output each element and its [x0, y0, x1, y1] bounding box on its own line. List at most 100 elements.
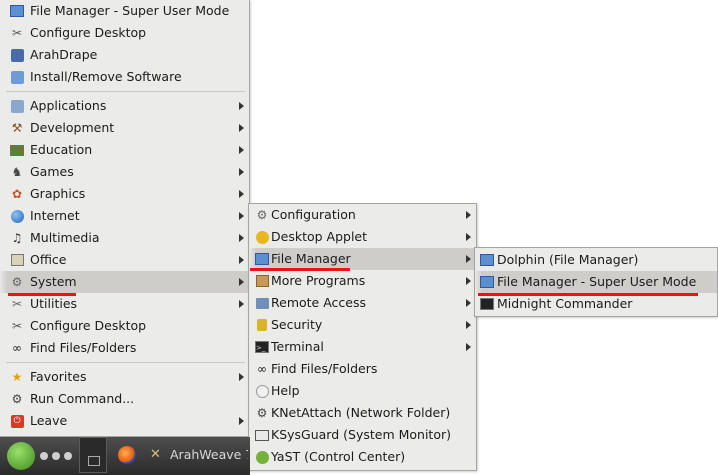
menu-item-file-manager-super-user-mode[interactable]: File Manager - Super User Mode [475, 271, 717, 293]
task-label[interactable]: ArahWeave 7 [170, 447, 248, 462]
box-icon [254, 273, 270, 289]
file-manager-icon [479, 274, 495, 290]
binoculars-icon: ∞ [12, 341, 22, 355]
annotation-underline-system [8, 293, 76, 296]
menu-item-office[interactable]: Office [0, 249, 249, 271]
submenu-arrow-icon [239, 102, 244, 110]
menu-item-applications[interactable]: Applications [0, 95, 249, 117]
tools-icon: ✂ [11, 26, 23, 40]
menu-item-leave[interactable]: ⏻ Leave [0, 410, 249, 432]
submenu-arrow-icon [239, 168, 244, 176]
menu-item-run-command[interactable]: ⚙ Run Command... [0, 388, 249, 410]
terminal-icon: >_ [254, 339, 270, 355]
monitor-icon [254, 427, 270, 443]
menu-item-graphics[interactable]: ✿ Graphics [0, 183, 249, 205]
taskbar: ✕ ArahWeave 7 [0, 437, 250, 475]
games-icon: ♞ [11, 165, 23, 179]
system-submenu: ⚙ Configuration Desktop Applet File Mana… [248, 203, 477, 471]
submenu-arrow-icon [239, 300, 244, 308]
menu-item-help[interactable]: Help [249, 380, 476, 402]
menu-item-games[interactable]: ♞ Games [0, 161, 249, 183]
file-manager-icon [9, 3, 25, 19]
submenu-arrow-icon [239, 373, 244, 381]
menu-item-more-programs[interactable]: More Programs [249, 270, 476, 292]
menu-item-yast[interactable]: YaST (Control Center) [249, 446, 476, 468]
menu-item-terminal[interactable]: >_ Terminal [249, 336, 476, 358]
submenu-arrow-icon [239, 278, 244, 286]
education-icon [9, 142, 25, 158]
network-folder-icon: ⚙ [256, 406, 268, 420]
submenu-arrow-icon [466, 299, 471, 307]
submenu-arrow-icon [466, 277, 471, 285]
menu-item-dolphin[interactable]: Dolphin (File Manager) [475, 249, 717, 271]
dolphin-icon [479, 252, 495, 268]
menu-item-find-files-folders[interactable]: ∞ Find Files/Folders [249, 358, 476, 380]
lock-icon [254, 317, 270, 333]
menu-item-configure-desktop-2[interactable]: ✂ Configure Desktop [0, 315, 249, 337]
menu-item-favorites[interactable]: ★ Favorites [0, 366, 249, 388]
menu-item-knetattach[interactable]: ⚙ KNetAttach (Network Folder) [249, 402, 476, 424]
drape-icon [9, 47, 25, 63]
arahweave-icon: ✕ [150, 447, 161, 462]
submenu-arrow-icon [239, 417, 244, 425]
menu-item-install-remove-software[interactable]: Install/Remove Software [0, 66, 249, 88]
submenu-arrow-icon [466, 233, 471, 241]
submenu-arrow-icon [239, 190, 244, 198]
annotation-underline-file-manager [250, 268, 350, 271]
menu-item-file-manager[interactable]: File Manager [249, 248, 476, 270]
binoculars-icon: ∞ [257, 362, 267, 376]
pager-icon[interactable] [79, 437, 107, 473]
firefox-icon[interactable] [118, 446, 136, 464]
menu-item-remote-access[interactable]: Remote Access [249, 292, 476, 314]
submenu-arrow-icon [239, 124, 244, 132]
yast-icon [254, 449, 270, 465]
annotation-underline-super-user [478, 293, 698, 296]
menu-item-utilities[interactable]: ✂ Utilities [0, 293, 249, 315]
run-icon: ⚙ [11, 392, 23, 406]
submenu-arrow-icon [466, 343, 471, 351]
multimedia-icon: ♫ [11, 231, 23, 245]
submenu-arrow-icon [239, 146, 244, 154]
menu-item-find-files[interactable]: ∞ Find Files/Folders [0, 337, 249, 359]
menu-item-education[interactable]: Education [0, 139, 249, 161]
menu-item-multimedia[interactable]: ♫ Multimedia [0, 227, 249, 249]
graphics-icon: ✿ [11, 187, 23, 201]
applet-icon [254, 229, 270, 245]
submenu-arrow-icon [466, 321, 471, 329]
start-menu-icon[interactable] [7, 442, 35, 470]
development-icon: ⚒ [11, 121, 23, 135]
menu-item-development[interactable]: ⚒ Development [0, 117, 249, 139]
menu-separator [6, 362, 245, 363]
system-icon: ⚙ [11, 275, 23, 289]
menu-item-arahdrape[interactable]: ArahDrape [0, 44, 249, 66]
main-menu: File Manager - Super User Mode ✂ Configu… [0, 0, 250, 437]
menu-item-system[interactable]: ⚙ System [0, 271, 249, 293]
menu-item-security[interactable]: Security [249, 314, 476, 336]
applications-icon [9, 98, 25, 114]
globe-icon [9, 208, 25, 224]
menu-item-ksysguard[interactable]: KSysGuard (System Monitor) [249, 424, 476, 446]
menu-item-configuration[interactable]: ⚙ Configuration [249, 204, 476, 226]
menu-separator [6, 91, 245, 92]
menu-item-desktop-applet[interactable]: Desktop Applet [249, 226, 476, 248]
tools-icon: ✂ [11, 319, 23, 333]
help-icon [254, 383, 270, 399]
file-manager-submenu: Dolphin (File Manager) File Manager - Su… [474, 247, 718, 317]
submenu-arrow-icon [239, 212, 244, 220]
dots-icon[interactable] [40, 451, 76, 461]
submenu-arrow-icon [466, 255, 471, 263]
file-manager-icon [254, 251, 270, 267]
menu-item-file-manager-super-user[interactable]: File Manager - Super User Mode [0, 0, 249, 22]
utilities-icon: ✂ [11, 297, 23, 311]
menu-item-configure-desktop[interactable]: ✂ Configure Desktop [0, 22, 249, 44]
package-icon [9, 69, 25, 85]
power-icon: ⏻ [9, 413, 25, 429]
gear-icon: ⚙ [256, 208, 268, 222]
terminal-icon [479, 296, 495, 312]
office-icon [9, 252, 25, 268]
menu-item-internet[interactable]: Internet [0, 205, 249, 227]
menu-item-midnight-commander[interactable]: Midnight Commander [475, 293, 717, 315]
star-icon: ★ [11, 370, 23, 384]
submenu-arrow-icon [239, 256, 244, 264]
remote-icon [254, 295, 270, 311]
